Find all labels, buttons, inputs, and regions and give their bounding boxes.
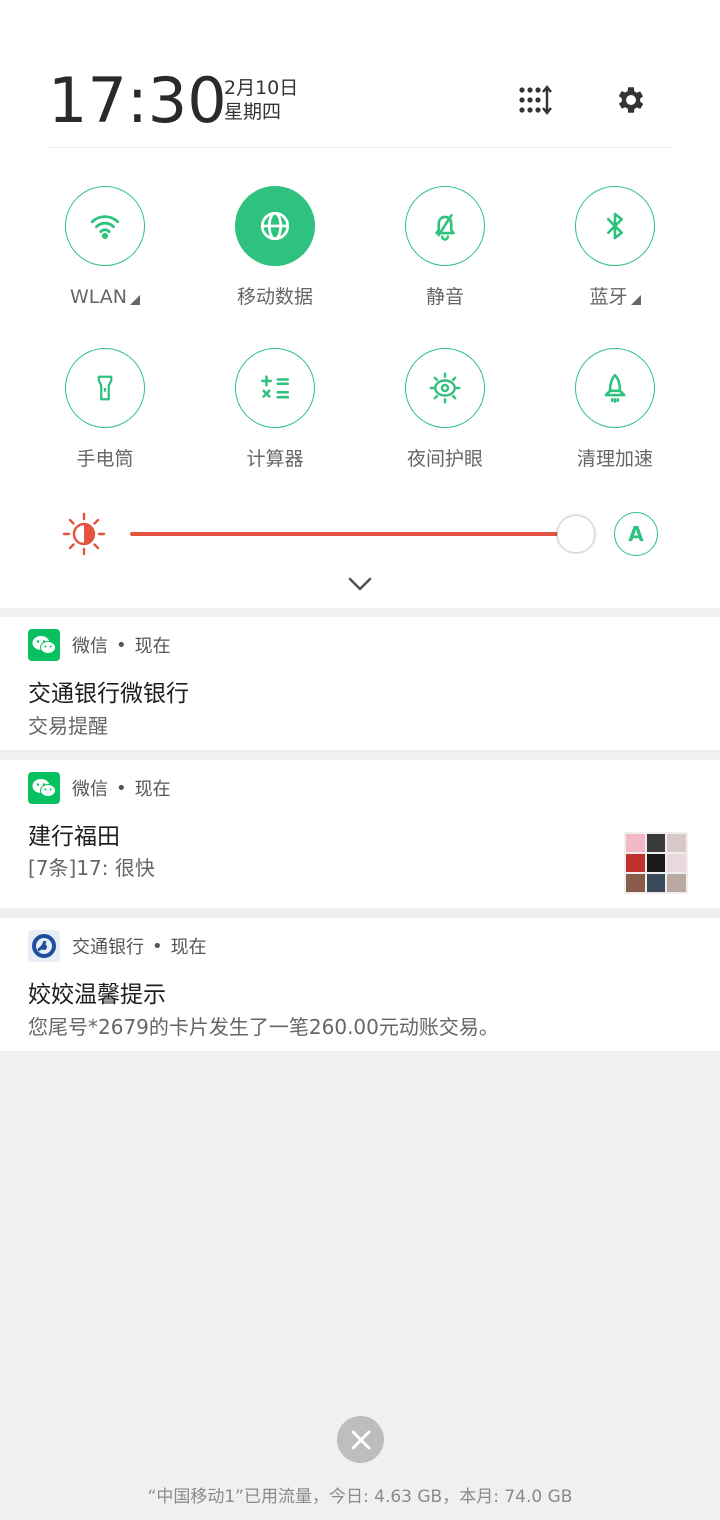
brightness-thumb[interactable] (557, 515, 595, 553)
auto-brightness-button[interactable]: A (614, 512, 658, 556)
tile-bluetooth[interactable]: 蓝牙 (530, 186, 700, 310)
group-avatar (624, 832, 688, 894)
tile-mobile-data[interactable]: 移动数据 (190, 186, 360, 310)
tile-label: 蓝牙 (589, 286, 628, 308)
tile-silent[interactable]: 静音 (360, 186, 530, 310)
wifi-icon[interactable] (65, 186, 145, 266)
wechat-icon (28, 772, 60, 804)
gear-icon[interactable] (611, 80, 651, 120)
expand-arrow-icon (130, 295, 141, 305)
notification-time: 现在 (170, 937, 207, 958)
globe-icon[interactable] (235, 186, 315, 266)
tile-wlan[interactable]: WLAN (20, 186, 190, 310)
tile-flashlight[interactable]: 手电筒 (20, 348, 190, 472)
tile-eye-care[interactable]: 夜间护眼 (360, 348, 530, 472)
tile-cleanup[interactable]: 清理加速 (530, 348, 700, 472)
bluetooth-icon[interactable] (575, 186, 655, 266)
sort-grid-icon[interactable] (515, 80, 555, 120)
brightness-track[interactable] (130, 532, 576, 536)
app-name: 交通银行 (72, 937, 144, 958)
tile-label: 移动数据 (236, 286, 313, 308)
notification-title: 交通银行微银行 (28, 681, 189, 707)
tile-label: 夜间护眼 (406, 448, 483, 470)
tile-label: 清理加速 (576, 448, 653, 470)
clock: 17:30 (48, 64, 227, 137)
chevron-down-icon[interactable] (346, 572, 374, 596)
clear-all-button[interactable] (337, 1416, 384, 1463)
notification-card[interactable]: 微信 • 现在 建行福田 [7条]17: 很快 (0, 760, 720, 908)
notification-body: 交易提醒 (28, 714, 108, 738)
notification-body: 您尾号*2679的卡片发生了一笔260.00元动账交易。 (28, 1015, 499, 1039)
notification-header: 交通银行 • 现在 (28, 930, 207, 962)
date-block: 2月10日 星期四 (224, 76, 298, 124)
date: 2月10日 (224, 77, 299, 99)
close-icon (351, 1430, 370, 1449)
notification-card[interactable]: 交通银行 • 现在 姣姣温馨提示 您尾号*2679的卡片发生了一笔260.00元… (0, 918, 720, 1051)
notification-title: 姣姣温馨提示 (28, 982, 166, 1008)
separator: • (116, 634, 127, 656)
notification-card[interactable]: 微信 • 现在 交通银行微银行 交易提醒 (0, 617, 720, 750)
wechat-icon (28, 629, 60, 661)
notification-header: 微信 • 现在 (28, 629, 171, 661)
notification-time: 现在 (134, 636, 171, 657)
tile-label: WLAN (69, 286, 128, 308)
app-name: 微信 (72, 779, 108, 800)
tile-label: 静音 (425, 286, 464, 308)
notification-body: [7条]17: 很快 (28, 856, 155, 880)
header-divider (48, 147, 672, 148)
separator: • (152, 935, 163, 957)
bank-logo-icon (28, 930, 60, 962)
rocket-icon[interactable] (575, 348, 655, 428)
bell-off-icon[interactable] (405, 186, 485, 266)
tile-calculator[interactable]: 计算器 (190, 348, 360, 472)
weekday: 星期四 (224, 101, 282, 123)
brightness-icon (62, 512, 106, 556)
quick-settings-panel: 17:30 2月10日 星期四 WLAN 移动数据 静音 蓝牙 手电筒 计算器 … (0, 0, 720, 608)
notification-header: 微信 • 现在 (28, 772, 171, 804)
flashlight-icon[interactable] (65, 348, 145, 428)
eye-care-icon[interactable] (405, 348, 485, 428)
expand-arrow-icon (630, 295, 641, 305)
notification-time: 现在 (134, 779, 171, 800)
calculator-icon[interactable] (235, 348, 315, 428)
tile-label: 手电筒 (76, 448, 134, 470)
data-usage-text: “中国移动1”已用流量，今日: 4.63 GB，本月: 74.0 GB (147, 1487, 573, 1507)
app-name: 微信 (72, 636, 108, 657)
notification-title: 建行福田 (28, 824, 120, 850)
separator: • (116, 777, 127, 799)
tile-label: 计算器 (246, 448, 304, 470)
